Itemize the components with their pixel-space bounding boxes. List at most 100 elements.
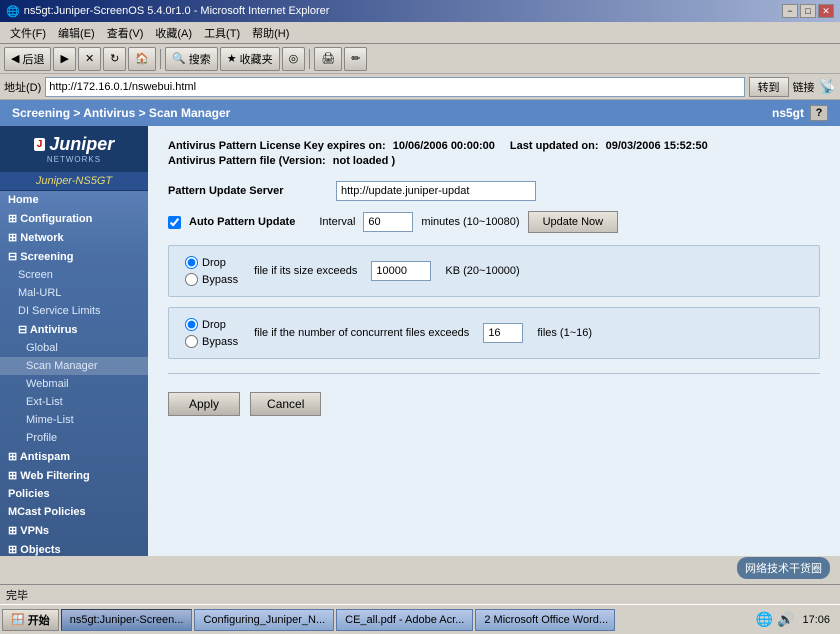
cancel-button[interactable]: Cancel [250, 392, 321, 416]
interval-input[interactable] [363, 212, 413, 232]
update-now-button[interactable]: Update Now [528, 211, 619, 233]
home-button[interactable]: 🏠 [128, 47, 156, 71]
clock: 17:06 [798, 614, 834, 626]
sidebar-item-screening[interactable]: ⊟ Screening [0, 247, 148, 266]
last-updated-date: 09/03/2006 15:52:50 [606, 140, 708, 152]
menu-edit[interactable]: 编辑(E) [52, 23, 101, 43]
address-bar: 地址(D) 转到 链接 📡 [0, 74, 840, 100]
sidebar-item-network[interactable]: ⊞ Network [0, 228, 148, 247]
home-icon: 🏠 [135, 52, 149, 65]
concurrent-limit-group: Drop Bypass file if the number of concur… [168, 307, 820, 359]
toolbar: ◀ 后退 ▶ ✕ ↻ 🏠 🔍 搜索 ★ 收藏夹 ◎ 🖨 ✏ [0, 44, 840, 74]
sidebar-item-global[interactable]: Global [0, 339, 148, 357]
stop-icon: ✕ [85, 52, 94, 65]
favorites-button[interactable]: ★ 收藏夹 [220, 47, 280, 71]
sidebar-item-mime-list[interactable]: Mime-List [0, 411, 148, 429]
print-button[interactable]: 🖨 [314, 47, 342, 71]
links-label: 链接 [793, 79, 815, 95]
address-input[interactable] [45, 77, 744, 97]
sidebar-item-policies[interactable]: Policies [0, 485, 148, 503]
stop-button[interactable]: ✕ [78, 47, 101, 71]
media-button[interactable]: ◎ [282, 47, 306, 71]
sidebar-item-mcast-policies[interactable]: MCast Policies [0, 503, 148, 521]
sidebar-item-ext-list[interactable]: Ext-List [0, 393, 148, 411]
close-button[interactable]: ✕ [818, 4, 834, 18]
search-button[interactable]: 🔍 搜索 [165, 47, 218, 71]
size-value-input[interactable] [371, 261, 431, 281]
logo-badge: J [34, 138, 46, 151]
concurrent-text: file if the number of concurrent files e… [254, 327, 469, 339]
ie-icon: 🌐 [6, 5, 20, 18]
edit-button[interactable]: ✏ [344, 47, 367, 71]
apply-button[interactable]: Apply [168, 392, 240, 416]
forward-button[interactable]: ▶ [53, 47, 75, 71]
action-row: Apply Cancel [168, 392, 820, 416]
refresh-button[interactable]: ↻ [103, 47, 126, 71]
task-item-2[interactable]: CE_all.pdf - Adobe Acr... [336, 609, 473, 631]
maximize-button[interactable]: □ [800, 4, 816, 18]
sidebar-item-screen[interactable]: Screen [0, 266, 148, 284]
sidebar-item-web-filtering[interactable]: ⊞ Web Filtering [0, 466, 148, 485]
volume-tray-icon: 🔊 [777, 611, 794, 628]
sidebar-item-antispam[interactable]: ⊞ Antispam [0, 447, 148, 466]
watermark: 网络技术干货圈 [737, 557, 830, 579]
help-button[interactable]: ? [810, 105, 828, 121]
go-button[interactable]: 转到 [749, 77, 789, 97]
size-bypass-radio[interactable] [185, 273, 198, 286]
version-value: not loaded [333, 155, 389, 167]
taskbar: 🪟 开始 ns5gt:Juniper-Screen... Configuring… [0, 604, 840, 634]
start-button[interactable]: 🪟 开始 [2, 609, 59, 631]
license-date: 10/06/2006 00:00:00 [393, 140, 495, 152]
minimize-button[interactable]: − [782, 4, 798, 18]
menu-favorites[interactable]: 收藏(A) [149, 23, 198, 43]
license-info-line2: Antivirus Pattern file (Version: not loa… [168, 155, 820, 167]
network-tray-icon: 🌐 [756, 611, 773, 628]
sidebar-item-scan-manager[interactable]: Scan Manager [0, 357, 148, 375]
sidebar-item-webmail[interactable]: Webmail [0, 375, 148, 393]
pattern-server-input[interactable] [336, 181, 536, 201]
sidebar-item-malurl[interactable]: Mal-URL [0, 284, 148, 302]
sidebar-item-vpns[interactable]: ⊞ VPNs [0, 521, 148, 540]
auto-pattern-label: Auto Pattern Update [189, 216, 295, 228]
windows-icon: 🪟 [11, 613, 25, 626]
concurrent-radio-pair: Drop Bypass [185, 318, 238, 348]
menu-tools[interactable]: 工具(T) [198, 23, 246, 43]
watermark-text: 网络技术干货圈 [745, 560, 822, 576]
edit-icon: ✏ [351, 52, 360, 65]
size-drop-radio[interactable] [185, 256, 198, 269]
logo-area: J Juniper NETWORKS [0, 126, 148, 172]
window-title: ns5gt:Juniper-ScreenOS 5.4.0r1.0 - Micro… [24, 5, 330, 17]
task-item-1[interactable]: Configuring_Juniper_N... [194, 609, 334, 631]
sidebar-item-antivirus[interactable]: ⊟ Antivirus [0, 320, 148, 339]
sidebar-item-profile[interactable]: Profile [0, 429, 148, 447]
logo-sub: NETWORKS [47, 155, 101, 164]
divider [168, 373, 820, 374]
license-info-line1: Antivirus Pattern License Key expires on… [168, 140, 820, 152]
sidebar-item-di-service-limits[interactable]: DI Service Limits [0, 302, 148, 320]
print-icon: 🖨 [321, 52, 335, 65]
size-bypass-label: Bypass [202, 274, 238, 286]
concurrent-drop-label: Drop [202, 319, 226, 331]
sidebar-item-configuration[interactable]: ⊞ Configuration [0, 209, 148, 228]
auto-pattern-checkbox[interactable] [168, 216, 181, 229]
concurrent-value-input[interactable] [483, 323, 523, 343]
menu-view[interactable]: 查看(V) [101, 23, 150, 43]
task-item-0[interactable]: ns5gt:Juniper-Screen... [61, 609, 193, 631]
search-icon: 🔍 [172, 52, 186, 65]
sidebar-item-home[interactable]: Home [0, 191, 148, 209]
concurrent-bypass-radio[interactable] [185, 335, 198, 348]
breadcrumb-bar: Screening > Antivirus > Scan Manager ns5… [0, 100, 840, 126]
interval-unit: minutes (10~10080) [421, 216, 519, 228]
back-button[interactable]: ◀ 后退 [4, 47, 51, 71]
menu-help[interactable]: 帮助(H) [246, 23, 295, 43]
size-drop-label: Drop [202, 257, 226, 269]
sidebar-item-objects[interactable]: ⊞ Objects [0, 540, 148, 556]
menu-file[interactable]: 文件(F) [4, 23, 52, 43]
logo-text: Juniper [49, 134, 114, 155]
device-name: Juniper-NS5GT [0, 172, 148, 191]
device-label: ns5gt [772, 106, 804, 120]
media-icon: ◎ [289, 52, 299, 65]
size-unit: KB (20~10000) [445, 265, 519, 277]
concurrent-drop-radio[interactable] [185, 318, 198, 331]
task-item-3[interactable]: 2 Microsoft Office Word... [475, 609, 615, 631]
